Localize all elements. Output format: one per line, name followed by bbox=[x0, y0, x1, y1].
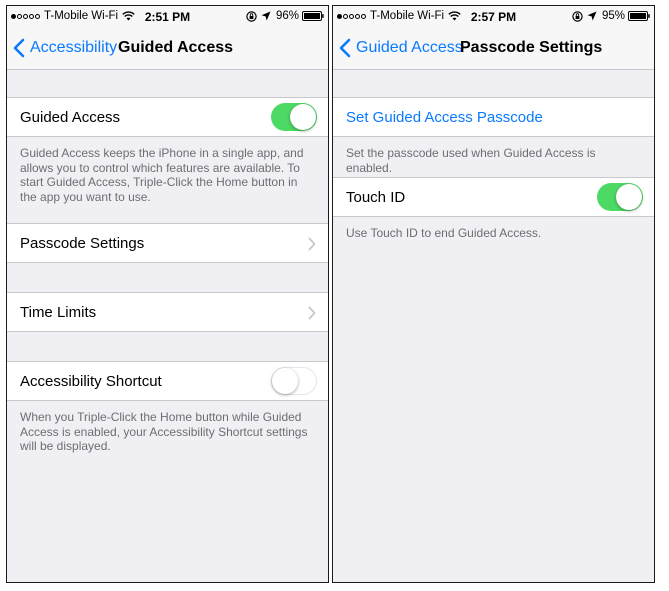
rotation-lock-icon bbox=[246, 10, 257, 22]
time-limits-label: Time Limits bbox=[20, 303, 97, 321]
touch-id-description: Use Touch ID to end Guided Access. bbox=[346, 226, 542, 240]
signal-strength-icon bbox=[11, 13, 41, 19]
chevron-right-icon bbox=[308, 306, 316, 320]
battery-icon bbox=[302, 11, 324, 21]
chevron-right-icon bbox=[308, 237, 316, 251]
accessibility-shortcut-label: Accessibility Shortcut bbox=[20, 372, 162, 390]
accessibility-shortcut-toggle[interactable] bbox=[271, 367, 317, 395]
navigation-bar: Guided Access Passcode Settings bbox=[333, 26, 654, 70]
accessibility-shortcut-cell: Accessibility Shortcut bbox=[7, 361, 328, 401]
carrier-name: T-Mobile Wi-Fi bbox=[44, 10, 119, 22]
set-passcode-link[interactable]: Set Guided Access Passcode bbox=[346, 109, 543, 126]
touch-id-label: Touch ID bbox=[346, 188, 406, 206]
guided-access-cell: Guided Access bbox=[7, 97, 328, 137]
set-passcode-description: Set the passcode used when Guided Access… bbox=[346, 146, 596, 175]
page-title: Passcode Settings bbox=[460, 39, 603, 56]
wifi-icon bbox=[448, 11, 461, 21]
signal-strength-icon bbox=[337, 13, 367, 19]
back-button-label: Accessibility bbox=[30, 39, 118, 56]
passcode-settings-label: Passcode Settings bbox=[20, 234, 145, 252]
touch-id-toggle[interactable] bbox=[597, 183, 643, 211]
chevron-left-icon bbox=[13, 38, 25, 58]
back-button[interactable]: Accessibility bbox=[13, 26, 117, 70]
carrier-name: T-Mobile Wi-Fi bbox=[370, 10, 445, 22]
guided-access-description: Guided Access keeps the iPhone in a sing… bbox=[20, 146, 304, 204]
battery-percent: 95% bbox=[601, 10, 625, 22]
status-bar: T-Mobile Wi-Fi 2:57 PM 95% bbox=[333, 6, 654, 26]
time-limits-cell[interactable]: Time Limits bbox=[7, 292, 328, 332]
rotation-lock-icon bbox=[572, 10, 583, 22]
set-passcode-cell[interactable]: Set Guided Access Passcode bbox=[333, 97, 654, 137]
status-bar: T-Mobile Wi-Fi 2:51 PM 96% bbox=[7, 6, 328, 26]
passcode-settings-cell[interactable]: Passcode Settings bbox=[7, 223, 328, 263]
battery-percent: 96% bbox=[275, 10, 299, 22]
guided-access-toggle[interactable] bbox=[271, 103, 317, 131]
settings-list: Set Guided Access Passcode Set the passc… bbox=[333, 70, 654, 241]
settings-list: Guided Access Guided Access keeps the iP… bbox=[7, 70, 328, 454]
back-button-label: Guided Access bbox=[356, 39, 463, 56]
guided-access-label: Guided Access bbox=[20, 108, 121, 126]
wifi-icon bbox=[122, 11, 135, 21]
location-arrow-icon bbox=[587, 11, 597, 21]
touch-id-cell: Touch ID bbox=[333, 177, 654, 217]
battery-icon bbox=[628, 11, 650, 21]
back-button[interactable]: Guided Access bbox=[339, 26, 463, 70]
page-title: Guided Access bbox=[118, 39, 234, 56]
accessibility-shortcut-description: When you Triple-Click the Home button wh… bbox=[20, 410, 308, 453]
navigation-bar: Accessibility Guided Access bbox=[7, 26, 328, 70]
location-arrow-icon bbox=[261, 11, 271, 21]
chevron-left-icon bbox=[339, 38, 351, 58]
right-screen: T-Mobile Wi-Fi 2:57 PM 95% Guided Access… bbox=[332, 5, 655, 583]
left-screen: T-Mobile Wi-Fi 2:51 PM 96% Accessibility… bbox=[6, 5, 329, 583]
